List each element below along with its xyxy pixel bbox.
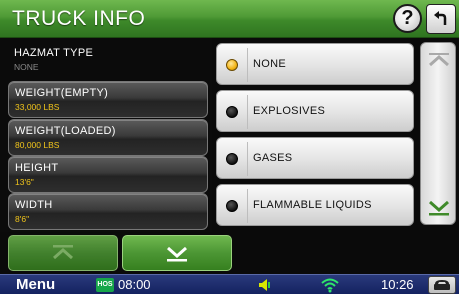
field-value: NONE — [14, 62, 39, 72]
scroll-down-icon[interactable] — [427, 197, 451, 217]
divider — [247, 142, 248, 176]
hos-badge[interactable]: HOS — [96, 278, 114, 292]
field-weight-loaded[interactable]: WEIGHT(LOADED) 80,000 LBS — [8, 119, 208, 156]
field-label: WIDTH — [15, 199, 53, 211]
radio-unselected-icon — [226, 153, 238, 165]
page-nav-bar — [0, 232, 459, 274]
radio-unselected-icon — [226, 106, 238, 118]
volume-icon[interactable] — [258, 277, 272, 293]
field-label: WEIGHT(EMPTY) — [15, 87, 109, 99]
page-down-icon — [167, 246, 187, 262]
field-value: 13'6" — [15, 177, 34, 187]
option-label: GASES — [253, 152, 293, 164]
field-label: HEIGHT — [15, 162, 59, 174]
field-label: HAZMAT TYPE — [14, 47, 94, 59]
field-width[interactable]: WIDTH 8'6" — [8, 193, 208, 230]
page-up-icon — [53, 245, 73, 260]
field-weight-empty[interactable]: WEIGHT(EMPTY) 33,000 LBS — [8, 81, 208, 118]
hazmat-option-gases[interactable]: GASES — [216, 137, 414, 179]
phone-icon — [434, 280, 450, 290]
hazmat-option-explosives[interactable]: EXPLOSIVES — [216, 90, 414, 132]
back-button[interactable] — [426, 4, 456, 34]
question-mark-icon: ? — [401, 7, 414, 29]
help-button[interactable]: ? — [393, 4, 422, 33]
status-bar: Menu HOS 08:00 10:26 — [0, 274, 459, 294]
field-height[interactable]: HEIGHT 13'6" — [8, 156, 208, 193]
option-label: NONE — [253, 58, 286, 70]
field-value: 33,000 LBS — [15, 102, 60, 112]
back-arrow-icon — [434, 11, 447, 25]
divider — [247, 48, 248, 82]
page-title: TRUCK INFO — [12, 7, 146, 30]
wifi-icon — [321, 278, 339, 293]
field-value: 80,000 LBS — [15, 140, 60, 150]
field-label: WEIGHT(LOADED) — [15, 125, 116, 137]
hazmat-option-none[interactable]: NONE — [216, 43, 414, 85]
radio-unselected-icon — [226, 200, 238, 212]
header-bar: TRUCK INFO ? — [0, 0, 459, 38]
page-down-button[interactable] — [122, 235, 232, 271]
options-scrollbar[interactable] — [420, 42, 456, 225]
truck-info-screen: TRUCK INFO ? HAZMAT TYPE NONE WEIGHT(EMP… — [0, 0, 459, 294]
option-label: FLAMMABLE LIQUIDS — [253, 199, 372, 211]
radio-selected-icon — [226, 59, 238, 71]
truck-fields-panel: HAZMAT TYPE NONE WEIGHT(EMPTY) 33,000 LB… — [0, 38, 212, 232]
page-up-button[interactable] — [8, 235, 118, 271]
option-label: EXPLOSIVES — [253, 105, 326, 117]
hazmat-option-flammable-liquids[interactable]: FLAMMABLE LIQUIDS — [216, 184, 414, 226]
field-hazmat-type: HAZMAT TYPE NONE — [8, 42, 208, 79]
scroll-up-icon[interactable] — [427, 51, 451, 71]
divider — [247, 189, 248, 223]
field-value: 8'6" — [15, 214, 30, 224]
menu-button[interactable]: Menu — [4, 275, 84, 294]
divider — [247, 95, 248, 129]
hos-time: 08:00 — [118, 277, 151, 292]
clock: 10:26 — [381, 277, 414, 292]
phone-button[interactable] — [428, 276, 456, 294]
